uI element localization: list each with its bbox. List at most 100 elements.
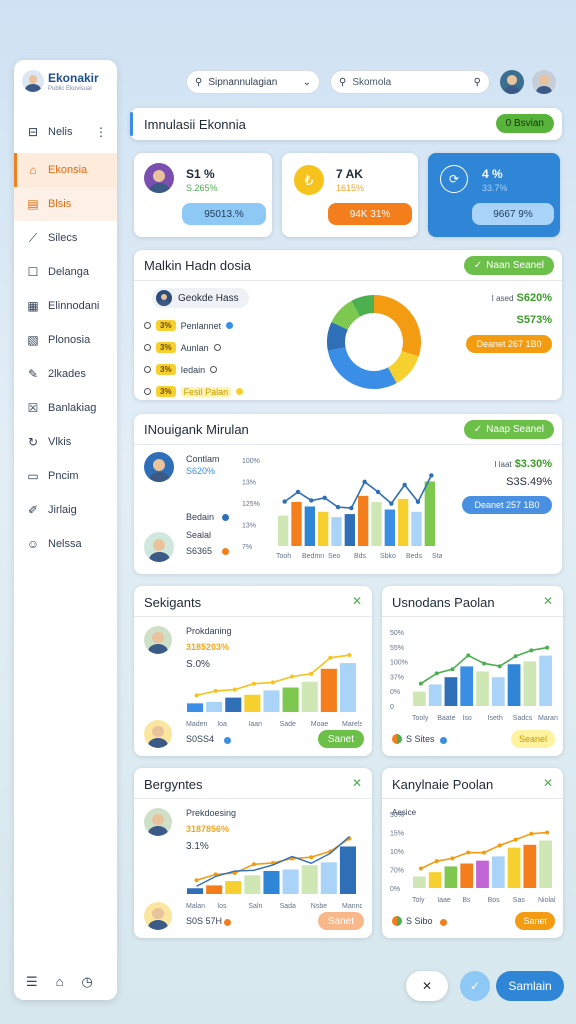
clock-icon[interactable]: ◷ bbox=[82, 974, 93, 990]
refresh-circle-icon: ⟳ bbox=[440, 165, 468, 193]
sidebar-item-vlkis[interactable]: ↻ Vlkis bbox=[14, 425, 117, 459]
legend-dot bbox=[224, 737, 231, 744]
chart-point bbox=[362, 479, 367, 485]
chart-bar bbox=[523, 844, 537, 888]
home-icon: ⌂ bbox=[29, 163, 37, 177]
search-dropdown[interactable]: ⚲ Sipnannulagian ⌄ bbox=[186, 70, 320, 94]
confirm-button[interactable]: ✓ bbox=[460, 971, 490, 1001]
brand[interactable]: Ekonakir Public Ekovisual bbox=[22, 70, 99, 92]
chart-bar bbox=[444, 677, 458, 706]
sidebar-item-jirlaig[interactable]: ✐ Jirlaig bbox=[14, 493, 117, 527]
mini-card-button[interactable]: Sanet bbox=[317, 730, 364, 748]
list-icon[interactable]: ☰ bbox=[26, 974, 38, 990]
filter-chip[interactable]: Geokde Hass bbox=[152, 288, 249, 308]
legend-dot bbox=[440, 919, 447, 926]
stat-pill: 94K 31% bbox=[328, 203, 412, 225]
stat-card-2[interactable]: ₺ 7 AK 1615% 94K 31% bbox=[282, 153, 418, 237]
stat-value: S1 % bbox=[186, 167, 215, 181]
person-avatar bbox=[144, 452, 174, 482]
legend-item[interactable]: 3% Iedain bbox=[144, 364, 218, 375]
mini-chart: 50% 15% 10% 70% 0% Toly Iaae Bs Bos Sas Niolal bbox=[390, 812, 556, 904]
brand-avatar bbox=[22, 70, 44, 92]
chart-point bbox=[434, 671, 439, 676]
sidebar-item-blsis[interactable]: ▤ Blsis bbox=[14, 187, 117, 221]
chart-bar bbox=[358, 495, 369, 546]
sidebar-item-delanga[interactable]: ☐ Delanga bbox=[14, 255, 117, 289]
chart-point bbox=[418, 866, 423, 871]
pen-icon: ✐ bbox=[27, 503, 39, 517]
legend-item[interactable]: 3% Penlannet bbox=[144, 320, 234, 331]
chart-bar bbox=[244, 694, 261, 712]
x-tick-label: Tooh bbox=[276, 553, 291, 560]
check-icon[interactable]: ✕ bbox=[543, 776, 553, 790]
sidebar-item-plonosia[interactable]: ▧ Plonosia bbox=[14, 323, 117, 357]
chart-bar bbox=[244, 875, 261, 894]
chart-point bbox=[415, 499, 421, 504]
trend-card-button[interactable]: ✓ Naap Seanel bbox=[463, 420, 554, 439]
chart-point bbox=[418, 681, 423, 686]
chart-point bbox=[194, 878, 199, 883]
x-tick-label: Baate bbox=[437, 715, 455, 722]
chart-bar bbox=[187, 888, 204, 894]
chart-point bbox=[335, 504, 341, 510]
user-avatar[interactable] bbox=[500, 70, 524, 94]
check-icon[interactable]: ✕ bbox=[352, 594, 362, 608]
trend-card-title: INouigank Mirulan bbox=[144, 422, 249, 437]
chart-point bbox=[389, 501, 394, 506]
sidebar-item-ekonsia[interactable]: ⌂ Ekonsia bbox=[14, 153, 117, 187]
y-tick-label: 55% bbox=[390, 645, 404, 652]
x-tick-label: Moae bbox=[311, 721, 329, 728]
mini-card-button[interactable]: Seanel bbox=[510, 730, 555, 748]
stat-card-1[interactable]: S1 % S.265% 95013.% bbox=[134, 153, 272, 237]
check-icon[interactable]: ✕ bbox=[543, 594, 553, 608]
person-avatar bbox=[144, 902, 172, 930]
folder-icon: ▤ bbox=[27, 197, 39, 211]
radio-icon bbox=[144, 366, 151, 373]
donut-slice bbox=[331, 300, 361, 331]
sidebar-item-silecs[interactable]: ⟋ Silecs bbox=[14, 221, 117, 255]
check-icon[interactable]: ✕ bbox=[352, 776, 362, 790]
mini-chart-card: Bergyntes ✕ Prekdoesing 3187856% 3.1% Ma… bbox=[134, 768, 372, 938]
chart-point bbox=[429, 473, 434, 478]
mini-card-button[interactable]: Sanet bbox=[515, 912, 555, 930]
chart-bar bbox=[413, 876, 426, 888]
stat-card-3[interactable]: ⟳ 4 % 33.7% 9667 9% bbox=[428, 153, 560, 237]
square-icon: ☐ bbox=[27, 265, 39, 279]
radio-icon bbox=[144, 322, 151, 329]
header-action-button[interactable]: 0 Bsvian bbox=[495, 114, 554, 133]
chart-bar bbox=[225, 697, 242, 712]
mini-footer: S Sibo bbox=[406, 916, 433, 926]
more-icon[interactable]: ⋮ bbox=[95, 125, 107, 139]
user-avatar-2[interactable] bbox=[532, 70, 556, 94]
mini-card-button[interactable]: Sanet bbox=[317, 912, 364, 930]
x-tick-label: Bds bbox=[354, 553, 367, 560]
trend-value-2: S3S.49% bbox=[506, 476, 552, 488]
cancel-button[interactable]: ✕ bbox=[406, 971, 448, 1001]
donut-orange-pill[interactable]: Deanet 267 1B0 bbox=[466, 335, 552, 353]
coin-icon: ₺ bbox=[294, 165, 324, 195]
donut-card-button[interactable]: ✓ Naan Seanel bbox=[463, 256, 554, 275]
trend-value-1: I laat $3.30% bbox=[494, 458, 552, 470]
chart-point bbox=[295, 489, 301, 495]
sidebar-item-banlakiag[interactable]: ☒ Banlakiag bbox=[14, 391, 117, 425]
legend-item[interactable]: 3% Fesil Palan bbox=[144, 386, 244, 397]
sidebar-item-nelssa[interactable]: ☺ Nelssa bbox=[14, 527, 117, 561]
sidebar-item-nelis[interactable]: ⊟ Nelis ⋮ bbox=[14, 115, 117, 149]
search-input[interactable]: ⚲ Skomola ⚲ bbox=[330, 70, 490, 94]
person-avatar bbox=[144, 720, 172, 748]
mini-pie-icon bbox=[392, 734, 402, 744]
chart-bar bbox=[301, 865, 318, 894]
sidebar-item-2lkades[interactable]: ✎ 2lkades bbox=[14, 357, 117, 391]
x-tick-label: Ios bbox=[217, 903, 227, 910]
chart-bar bbox=[278, 515, 289, 546]
trend-blue-pill[interactable]: Deanet 257 1B0 bbox=[462, 496, 552, 514]
y-tick-label: 50% bbox=[390, 630, 404, 637]
save-button[interactable]: Samlain bbox=[496, 971, 564, 1001]
chart-bar bbox=[476, 860, 489, 888]
legend-item[interactable]: 3% Aunlan bbox=[144, 342, 221, 353]
mini-chart-card: Sekigants ✕ Prokdaning 3185203% S.0% Mad… bbox=[134, 586, 372, 756]
home-outline-icon[interactable]: ⌂ bbox=[56, 974, 64, 990]
x-tick-label: Iseth bbox=[488, 715, 503, 722]
sidebar-item-pncim[interactable]: ▭ Pncim bbox=[14, 459, 117, 493]
sidebar-item-elinnodani[interactable]: ▦ Elinnodani bbox=[14, 289, 117, 323]
